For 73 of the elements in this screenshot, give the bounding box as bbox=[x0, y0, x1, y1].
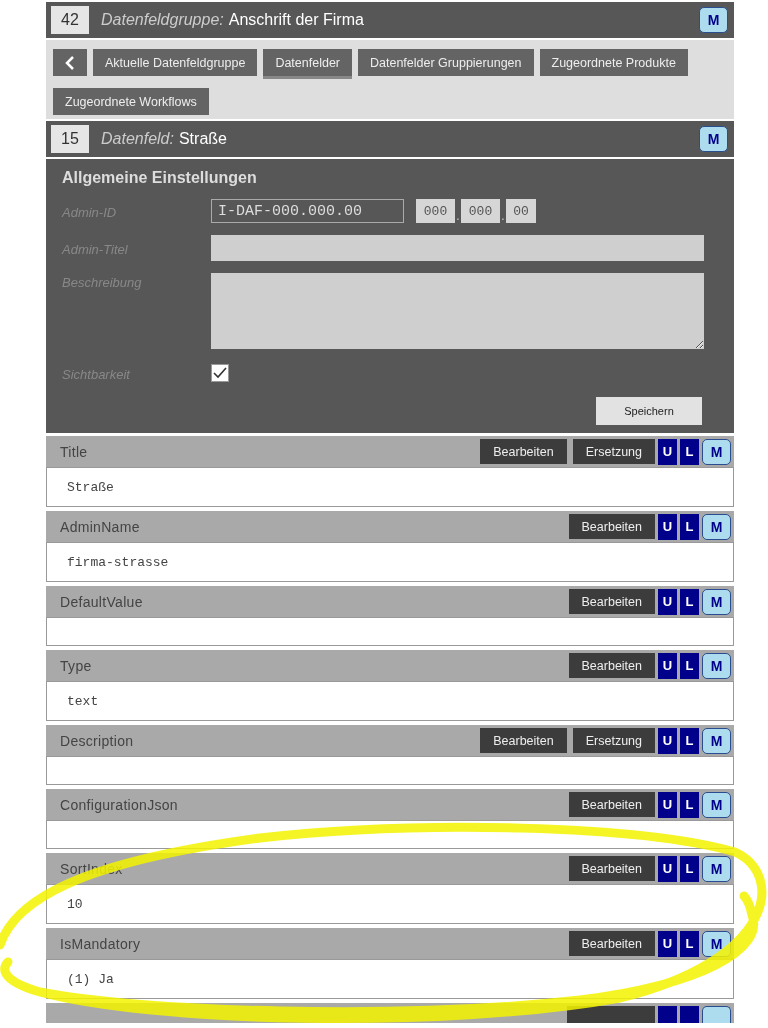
save-button[interactable]: Speichern bbox=[596, 397, 702, 425]
action-button[interactable]: Bearbeiten bbox=[568, 792, 655, 817]
id-part-field[interactable]: 00 bbox=[506, 199, 536, 223]
id-part-field[interactable]: 000 bbox=[416, 199, 455, 223]
badge-button[interactable]: L bbox=[680, 513, 699, 540]
badge-button[interactable]: U bbox=[658, 791, 677, 818]
admin-title-field[interactable] bbox=[211, 235, 704, 261]
action-button[interactable] bbox=[567, 1006, 655, 1023]
badge-button[interactable]: M bbox=[699, 7, 728, 33]
tab[interactable]: Zugeordnete Produkte bbox=[539, 49, 688, 76]
badge-button[interactable]: U bbox=[658, 438, 677, 465]
property-value: (1) Ja bbox=[67, 971, 114, 987]
badge-button[interactable]: L bbox=[680, 855, 699, 882]
property-value: 10 bbox=[67, 896, 83, 912]
tab[interactable]: Datenfelder Gruppierungen bbox=[358, 49, 534, 76]
badge-button[interactable]: U bbox=[658, 588, 677, 615]
header-label: Datenfeldgruppe: bbox=[101, 11, 224, 29]
back-button[interactable] bbox=[53, 49, 87, 76]
visibility-checkbox[interactable] bbox=[211, 364, 229, 382]
panel-title: Allgemeine Einstellungen bbox=[62, 169, 258, 187]
badge-button[interactable]: L bbox=[680, 930, 699, 957]
header-title: Anschrift der Firma bbox=[228, 11, 364, 29]
badge-button[interactable]: M bbox=[702, 791, 731, 818]
badge-button[interactable]: L bbox=[680, 791, 699, 818]
action-button[interactable]: Ersetzung bbox=[572, 439, 655, 464]
header-title: Straße bbox=[178, 130, 227, 148]
action-button[interactable]: Bearbeiten bbox=[568, 589, 655, 614]
badge-button[interactable]: L bbox=[680, 438, 699, 465]
badge-button[interactable]: L bbox=[680, 652, 699, 679]
property-name: ConfigurationJson bbox=[60, 796, 178, 813]
badge-button[interactable]: L bbox=[680, 727, 699, 754]
property-value: text bbox=[67, 693, 99, 709]
id-number: 42 bbox=[51, 6, 89, 34]
tab[interactable]: Aktuelle Datenfeldgruppe bbox=[93, 49, 258, 76]
property-value: Straße bbox=[67, 479, 114, 495]
id-number: 15 bbox=[51, 125, 89, 153]
badge-button[interactable]: M bbox=[702, 438, 731, 465]
badge-button[interactable]: M bbox=[702, 855, 731, 882]
property-value: firma-strasse bbox=[67, 554, 169, 570]
badge-button[interactable]: U bbox=[658, 513, 677, 540]
action-button[interactable]: Bearbeiten bbox=[568, 856, 655, 881]
property-name: Type bbox=[60, 657, 92, 674]
badge-button[interactable]: M bbox=[702, 588, 731, 615]
action-button[interactable]: Bearbeiten bbox=[568, 514, 655, 539]
badge-button[interactable]: U bbox=[658, 727, 677, 754]
property-name: Title bbox=[60, 443, 88, 460]
property-name: IsMandatory bbox=[60, 935, 141, 952]
badge-button[interactable]: M bbox=[702, 652, 731, 679]
separator-dot: . bbox=[500, 209, 506, 223]
badge-button[interactable] bbox=[702, 1006, 731, 1023]
property-name: AdminName bbox=[60, 518, 140, 535]
description-field[interactable] bbox=[211, 273, 704, 349]
action-button[interactable]: Bearbeiten bbox=[568, 653, 655, 678]
id-part-field[interactable]: 000 bbox=[461, 199, 500, 223]
tab[interactable]: Datenfelder bbox=[263, 49, 352, 79]
badge-button[interactable]: U bbox=[658, 855, 677, 882]
chevron-left-icon bbox=[65, 55, 75, 70]
header-label: Datenfeld: bbox=[101, 130, 174, 148]
badge-button[interactable]: U bbox=[658, 930, 677, 957]
badge-button[interactable]: L bbox=[680, 588, 699, 615]
badge-button[interactable]: M bbox=[702, 727, 731, 754]
property-name: DefaultValue bbox=[60, 593, 143, 610]
separator-dot: . bbox=[455, 209, 461, 223]
badge-button[interactable]: U bbox=[658, 652, 677, 679]
property-name: Description bbox=[60, 732, 134, 749]
action-button[interactable]: Ersetzung bbox=[572, 728, 655, 753]
action-button[interactable]: Bearbeiten bbox=[480, 439, 567, 464]
badge-button[interactable]: M bbox=[699, 126, 728, 152]
badge-button[interactable]: M bbox=[702, 513, 731, 540]
action-button[interactable]: Bearbeiten bbox=[480, 728, 567, 753]
tab[interactable]: Zugeordnete Workflows bbox=[53, 88, 209, 115]
admin-id-field[interactable]: I-DAF-000.000.00 bbox=[211, 199, 404, 223]
action-button[interactable]: Bearbeiten bbox=[568, 931, 655, 956]
